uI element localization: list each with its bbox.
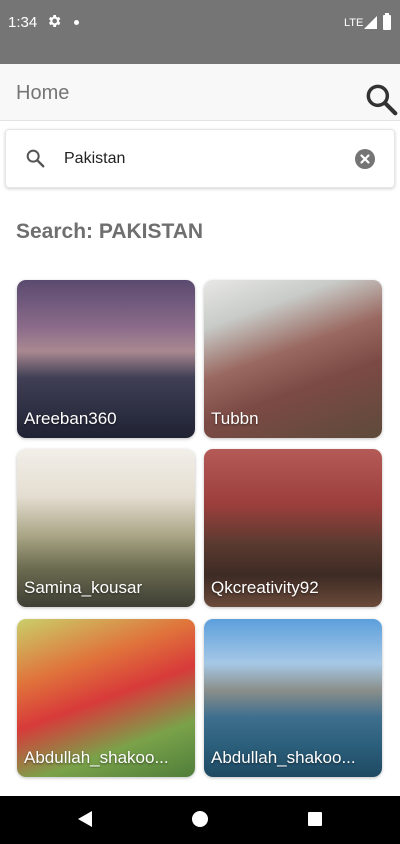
signal-icon [364, 16, 377, 29]
search-icon[interactable] [362, 80, 400, 118]
recents-icon[interactable] [308, 812, 322, 826]
result-card-label: Samina_kousar [24, 578, 143, 597]
result-card[interactable]: Abdullah_shakoo... [204, 619, 382, 777]
result-card-label: Tubbn [211, 409, 259, 428]
notification-dot-icon [74, 20, 79, 25]
results-heading: Search: PAKISTAN [16, 220, 204, 243]
network-type: LTE [344, 17, 364, 29]
battery-icon [383, 13, 391, 30]
result-card-label: Areeban360 [24, 409, 117, 428]
result-card-label: Abdullah_shakoo... [211, 748, 356, 767]
app-bar: Home [0, 64, 400, 121]
search-field [5, 129, 395, 188]
back-icon[interactable] [76, 810, 94, 828]
result-card[interactable]: Qkcreativity92 [204, 449, 382, 607]
status-time: 1:34 [8, 14, 38, 31]
search-input[interactable] [62, 144, 346, 174]
home-icon[interactable] [192, 811, 208, 827]
status-bar-shade [0, 48, 400, 64]
result-card-label: Qkcreativity92 [211, 578, 319, 597]
gear-icon [49, 15, 61, 27]
result-card[interactable]: Tubbn [204, 280, 382, 438]
result-card[interactable]: Areeban360 [17, 280, 195, 438]
result-card-label: Abdullah_shakoo... [24, 748, 169, 767]
result-card[interactable]: Abdullah_shakoo... [17, 619, 195, 777]
search-field-icon [26, 149, 45, 168]
status-bar: 1:34 LTE [0, 0, 400, 48]
result-card[interactable]: Samina_kousar [17, 449, 195, 607]
page-title: Home [16, 82, 70, 104]
clear-icon[interactable] [355, 149, 375, 169]
